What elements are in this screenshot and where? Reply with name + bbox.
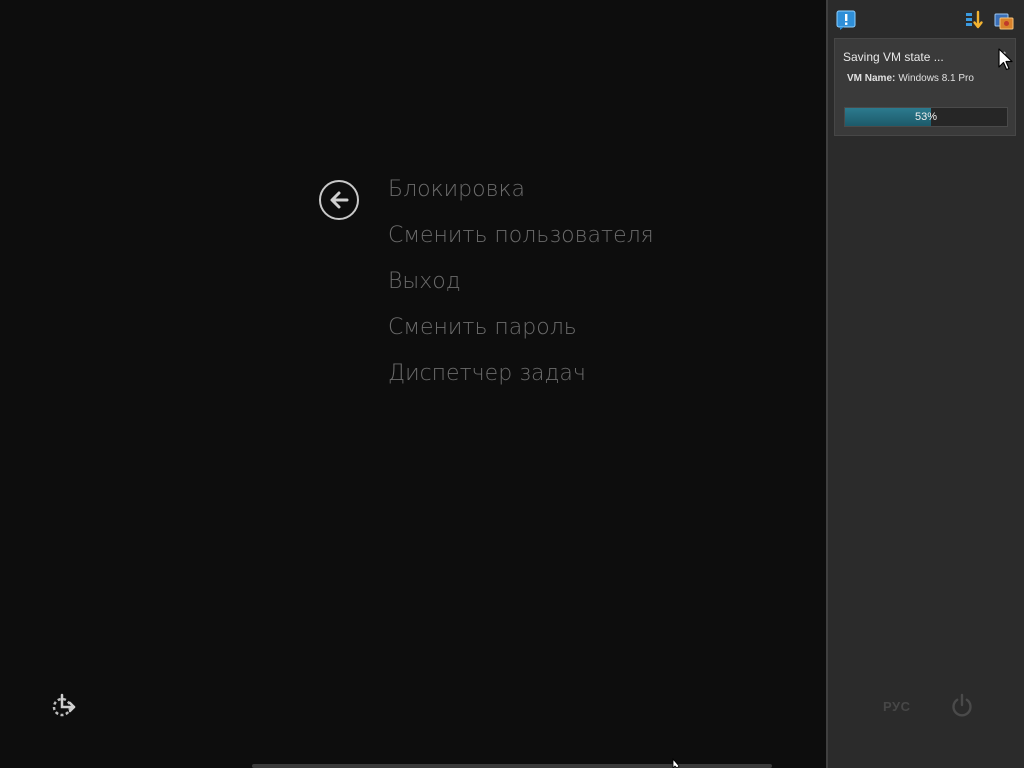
- back-button[interactable]: [319, 180, 359, 220]
- language-indicator[interactable]: РУС: [883, 699, 910, 714]
- security-options-menu: Блокировка Сменить пользователя Выход См…: [388, 172, 654, 402]
- vm-name-value: Windows 8.1 Pro: [898, 73, 974, 84]
- vm-saving-notification: Saving VM state ... ✖ VM Name: Windows 8.…: [834, 38, 1016, 136]
- notification-icon[interactable]: [836, 10, 856, 30]
- back-arrow-icon: [330, 191, 349, 209]
- menu-item-switch-user[interactable]: Сменить пользователя: [388, 218, 654, 264]
- ease-of-access-icon: [52, 693, 76, 717]
- notification-title: Saving VM state ...: [843, 50, 944, 64]
- menu-item-lock[interactable]: Блокировка: [388, 172, 654, 218]
- login-screen: Блокировка Сменить пользователя Выход См…: [0, 0, 1024, 768]
- save-progress-bar: 53%: [844, 107, 1008, 127]
- vm-name-row: VM Name: Windows 8.1 Pro: [847, 73, 974, 84]
- vm-name-label: VM Name:: [847, 73, 896, 84]
- menu-item-change-password[interactable]: Сменить пароль: [388, 310, 654, 356]
- close-icon[interactable]: ✖: [998, 49, 1007, 62]
- ease-of-access-button[interactable]: [50, 693, 76, 719]
- vm-side-panel: Saving VM state ... ✖ VM Name: Windows 8.…: [826, 0, 1024, 768]
- power-button[interactable]: [949, 693, 975, 719]
- power-icon: [952, 693, 972, 717]
- horizontal-scrollbar[interactable]: [252, 764, 772, 768]
- vm-manager-icon[interactable]: [994, 10, 1014, 30]
- menu-item-task-manager[interactable]: Диспетчер задач: [388, 356, 654, 402]
- menu-item-sign-out[interactable]: Выход: [388, 264, 654, 310]
- save-progress-text: 53%: [914, 111, 938, 123]
- sort-icon[interactable]: [964, 10, 984, 30]
